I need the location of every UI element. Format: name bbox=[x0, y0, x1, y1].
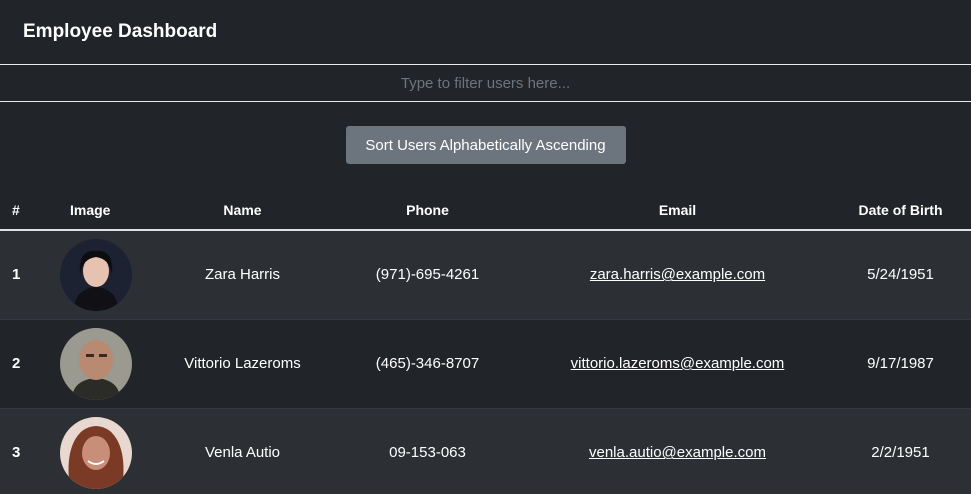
header-number[interactable]: # bbox=[0, 190, 33, 231]
row-phone: 09-153-063 bbox=[330, 407, 525, 494]
row-email-link[interactable]: venla.autio@example.com bbox=[589, 444, 766, 461]
table-row: 1 Zara Harris (971)-695-4261 zara.harris… bbox=[0, 229, 971, 319]
row-name: Venla Autio bbox=[155, 407, 330, 494]
header-image[interactable]: Image bbox=[33, 190, 155, 231]
table-row: 2 Vittorio Lazeroms (465)-346-8707 vitto… bbox=[0, 318, 971, 408]
row-number: 1 bbox=[0, 229, 33, 319]
row-phone: (971)-695-4261 bbox=[330, 229, 525, 319]
filter-input[interactable] bbox=[0, 65, 971, 101]
avatar bbox=[60, 327, 132, 400]
header-dob[interactable]: Date of Birth bbox=[830, 190, 971, 231]
sort-users-button[interactable]: Sort Users Alphabetically Ascending bbox=[345, 126, 626, 164]
header-email[interactable]: Email bbox=[525, 190, 830, 231]
table-header-row: # Image Name Phone Email Date of Birth bbox=[0, 190, 971, 231]
row-phone: (465)-346-8707 bbox=[330, 318, 525, 408]
row-number: 2 bbox=[0, 318, 33, 408]
row-dob: 2/2/1951 bbox=[830, 407, 971, 494]
row-number: 3 bbox=[0, 407, 33, 494]
row-email-link[interactable]: zara.harris@example.com bbox=[590, 266, 765, 283]
row-dob: 9/17/1987 bbox=[830, 318, 971, 408]
row-name: Vittorio Lazeroms bbox=[155, 318, 330, 408]
row-email-link[interactable]: vittorio.lazeroms@example.com bbox=[571, 355, 785, 372]
filter-bar bbox=[0, 64, 971, 102]
employee-table: # Image Name Phone Email Date of Birth 1… bbox=[0, 190, 971, 494]
navbar: Employee Dashboard bbox=[0, 0, 971, 64]
row-dob: 5/24/1951 bbox=[830, 229, 971, 319]
row-name: Zara Harris bbox=[155, 229, 330, 319]
sort-row: Sort Users Alphabetically Ascending bbox=[0, 102, 971, 190]
avatar bbox=[60, 416, 132, 489]
app-title: Employee Dashboard bbox=[23, 21, 218, 42]
avatar bbox=[60, 238, 132, 311]
header-name[interactable]: Name bbox=[155, 190, 330, 231]
table-row: 3 Venla Autio 09-153-063 venla.autio@exa… bbox=[0, 407, 971, 494]
header-phone[interactable]: Phone bbox=[330, 190, 525, 231]
